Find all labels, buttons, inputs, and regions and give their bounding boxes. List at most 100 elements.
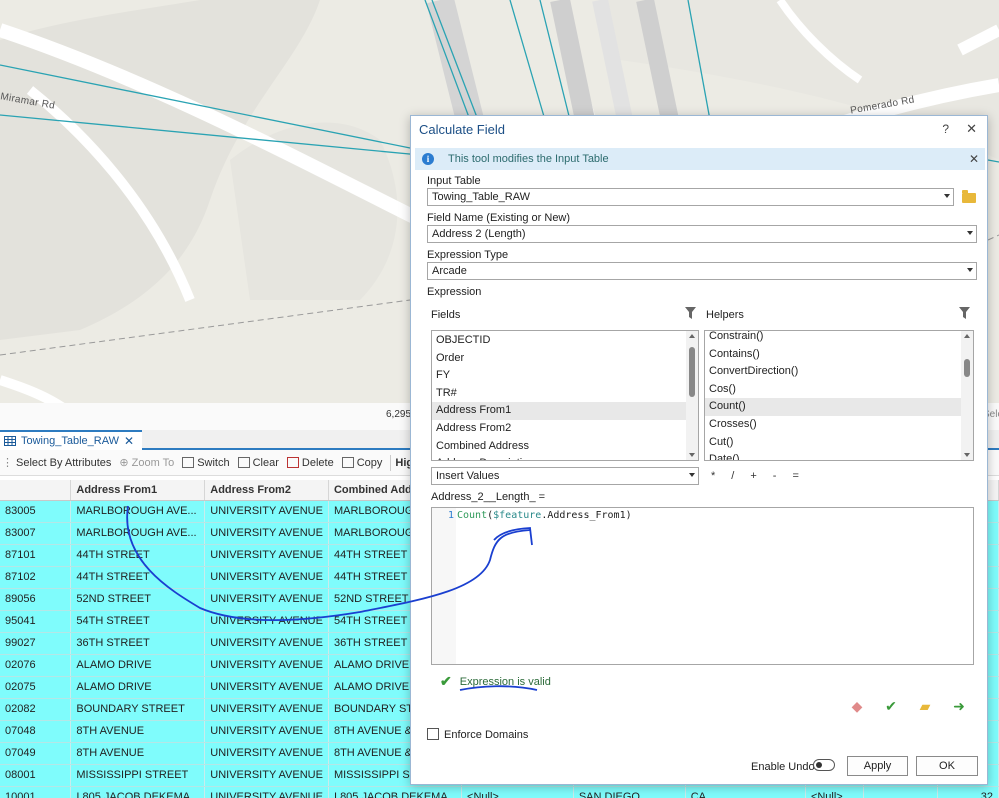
table-cell[interactable]: 89056 xyxy=(0,588,72,611)
table-cell[interactable]: 54TH STREET xyxy=(70,610,206,633)
zoom-to-button[interactable]: ⊕ Zoom To xyxy=(117,456,180,470)
multiply-operator-button[interactable]: * xyxy=(711,470,715,482)
fields-list[interactable]: OBJECTID Order FY TR# Address From1 Address F… xyxy=(431,330,699,461)
select-by-attributes-button[interactable]: ⋮ Select By Attributes xyxy=(0,456,117,470)
scroll-thumb[interactable] xyxy=(964,359,970,377)
scroll-down-icon[interactable] xyxy=(964,453,970,457)
table-cell[interactable]: 8TH AVENUE xyxy=(70,720,206,743)
table-cell[interactable]: UNIVERSITY AVENUE xyxy=(204,654,329,677)
dismiss-info-button[interactable]: ✕ xyxy=(969,152,979,166)
table-cell[interactable]: MARLBOROUGH AVE... xyxy=(70,522,206,545)
tab-towing-table[interactable]: Towing_Table_RAW ✕ xyxy=(0,430,143,450)
helper-list-item[interactable]: ConvertDirection() xyxy=(705,363,973,381)
table-cell[interactable]: 99027 xyxy=(0,632,72,655)
table-cell[interactable]: UNIVERSITY AVENUE xyxy=(204,610,329,633)
scroll-up-icon[interactable] xyxy=(689,334,695,338)
table-cell[interactable]: UNIVERSITY AVENUE xyxy=(204,786,329,798)
table-cell[interactable]: 83005 xyxy=(0,500,72,523)
input-table-dropdown[interactable]: Towing_Table_RAW xyxy=(427,188,954,206)
copy-button[interactable]: Copy xyxy=(340,457,389,469)
export-arrow-icon[interactable]: ➜ xyxy=(951,699,967,713)
field-list-item[interactable]: Combined Address xyxy=(432,438,698,456)
plus-operator-button[interactable]: + xyxy=(750,470,756,482)
table-cell[interactable]: UNIVERSITY AVENUE xyxy=(204,676,329,699)
helpers-scrollbar[interactable] xyxy=(961,331,973,460)
table-cell[interactable]: 83007 xyxy=(0,522,72,545)
table-cell[interactable]: 44TH STREET xyxy=(70,544,206,567)
table-cell[interactable]: MISSISSIPPI STREET xyxy=(70,764,206,787)
helpers-filter-icon[interactable] xyxy=(959,307,970,319)
minus-operator-button[interactable]: - xyxy=(773,470,777,482)
table-cell[interactable]: ALAMO DRIVE xyxy=(70,676,206,699)
table-cell[interactable]: UNIVERSITY AVENUE xyxy=(204,698,329,721)
table-cell[interactable]: UNIVERSITY AVENUE xyxy=(204,632,329,655)
divide-operator-button[interactable]: / xyxy=(731,470,734,482)
table-cell[interactable]: 87101 xyxy=(0,544,72,567)
helper-list-item[interactable]: Contains() xyxy=(705,346,973,364)
table-cell[interactable]: UNIVERSITY AVENUE xyxy=(204,764,329,787)
column-header[interactable] xyxy=(0,480,72,501)
table-cell[interactable]: SAN DIEGO xyxy=(573,786,686,798)
table-cell[interactable]: 44TH STREET xyxy=(70,566,206,589)
table-cell[interactable]: 32 xyxy=(937,786,999,798)
fields-filter-icon[interactable] xyxy=(685,307,696,319)
helper-list-item[interactable]: Cut() xyxy=(705,434,973,452)
helper-list-item[interactable]: Constrain() xyxy=(705,331,973,346)
table-cell[interactable]: MARLBOROUGH AVE... xyxy=(70,500,206,523)
expression-editor[interactable]: 1 Count($feature.Address_From1) xyxy=(431,507,974,665)
field-list-item[interactable]: Address From1 xyxy=(432,402,698,420)
table-cell[interactable]: <Null> xyxy=(461,786,574,798)
column-header[interactable]: Address From1 xyxy=(70,480,206,501)
helpers-list[interactable]: Constrain() Contains() ConvertDirection() C… xyxy=(704,330,974,461)
table-cell[interactable]: UNIVERSITY AVENUE xyxy=(204,566,329,589)
ok-button[interactable]: OK xyxy=(916,756,978,776)
table-cell[interactable]: UNIVERSITY AVENUE xyxy=(204,500,329,523)
helper-list-item[interactable]: Count() xyxy=(705,398,973,416)
column-header[interactable]: Address From2 xyxy=(204,480,329,501)
field-list-item[interactable]: OBJECTID xyxy=(432,332,698,350)
enforce-domains-checkbox[interactable] xyxy=(427,728,439,740)
equals-operator-button[interactable]: = xyxy=(792,470,798,482)
table-cell[interactable]: ALAMO DRIVE xyxy=(70,654,206,677)
table-cell[interactable]: 08001 xyxy=(0,764,72,787)
scroll-down-icon[interactable] xyxy=(689,453,695,457)
browse-folder-icon[interactable] xyxy=(962,190,976,203)
table-cell[interactable]: 95041 xyxy=(0,610,72,633)
table-cell[interactable]: BOUNDARY STREET xyxy=(70,698,206,721)
fields-scrollbar[interactable] xyxy=(686,331,698,460)
table-cell[interactable]: 07048 xyxy=(0,720,72,743)
verify-check-icon[interactable]: ✔ xyxy=(883,699,899,713)
clear-button[interactable]: Clear xyxy=(236,457,285,469)
eraser-icon[interactable]: ◆ xyxy=(849,699,865,713)
table-cell[interactable]: UNIVERSITY AVENUE xyxy=(204,544,329,567)
table-cell[interactable]: 02082 xyxy=(0,698,72,721)
field-list-item[interactable]: FY xyxy=(432,367,698,385)
table-cell[interactable]: UNIVERSITY AVENUE xyxy=(204,588,329,611)
switch-button[interactable]: Switch xyxy=(180,457,235,469)
scroll-up-icon[interactable] xyxy=(964,334,970,338)
insert-values-dropdown[interactable]: Insert Values xyxy=(431,467,699,485)
table-cell[interactable]: 52ND STREET xyxy=(70,588,206,611)
table-cell[interactable]: UNIVERSITY AVENUE xyxy=(204,522,329,545)
field-list-item[interactable]: Address From2 xyxy=(432,420,698,438)
table-row[interactable]: 10001 I 805 JACOB DEKEMA... UNIVERSITY AVE… xyxy=(0,786,999,798)
table-cell[interactable]: I 805 JACOB DEKEMA... xyxy=(70,786,206,798)
table-cell[interactable]: 02076 xyxy=(0,654,72,677)
table-cell[interactable]: UNIVERSITY AVENUE xyxy=(204,720,329,743)
table-cell[interactable]: UNIVERSITY AVENUE xyxy=(204,742,329,765)
field-list-item[interactable]: Order xyxy=(432,350,698,368)
field-name-dropdown[interactable]: Address 2 (Length) xyxy=(427,225,977,243)
expression-type-dropdown[interactable]: Arcade xyxy=(427,262,977,280)
apply-button[interactable]: Apply xyxy=(847,756,908,776)
close-tab-icon[interactable]: ✕ xyxy=(124,434,134,448)
close-dialog-button[interactable]: ✕ xyxy=(966,121,977,137)
table-cell[interactable]: 8TH AVENUE xyxy=(70,742,206,765)
table-cell[interactable]: 36TH STREET xyxy=(70,632,206,655)
helper-list-item[interactable]: Crosses() xyxy=(705,416,973,434)
enable-undo-toggle[interactable] xyxy=(813,759,835,771)
help-button[interactable]: ? xyxy=(942,122,949,136)
table-cell[interactable]: 07049 xyxy=(0,742,72,765)
field-list-item[interactable]: TR# xyxy=(432,385,698,403)
delete-button[interactable]: Delete xyxy=(285,457,340,469)
table-cell[interactable]: <Null> xyxy=(805,786,865,798)
